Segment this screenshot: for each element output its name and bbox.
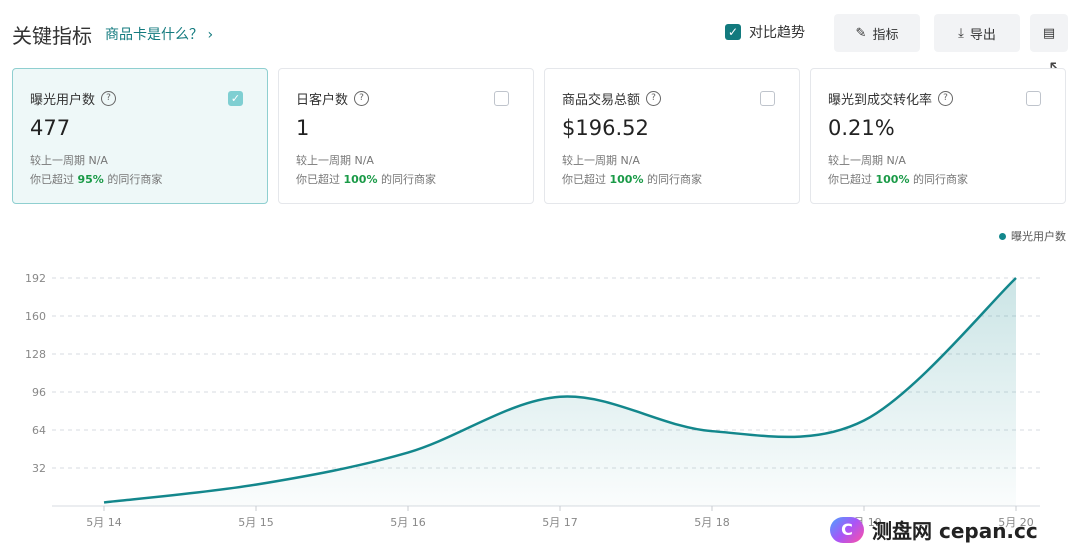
metric-card-exposure-users[interactable]: 曝光用户数? ✓ 477 较上一周期 N/A 你已超过 95% 的同行商家: [12, 68, 268, 204]
card-value: 0.21%: [828, 116, 895, 140]
help-icon[interactable]: ?: [101, 91, 117, 106]
card-compare-text: 较上一周期 N/A: [296, 154, 374, 167]
export-button-label: 导出: [969, 27, 996, 43]
watermark: C 测盘网 cepan.cc: [830, 515, 1038, 544]
card-title: 商品交易总额?: [562, 89, 662, 108]
download-icon: ⤓: [958, 25, 964, 41]
checkbox-checked-icon[interactable]: ✓: [725, 24, 741, 40]
compare-trend-label: 对比趋势: [749, 25, 805, 41]
metric-card-gmv[interactable]: 商品交易总额? $196.52 较上一周期 N/A 你已超过 100% 的同行商…: [544, 68, 800, 204]
y-tick-label: 32: [32, 462, 46, 475]
metrics-button-label: 指标: [872, 27, 899, 43]
x-tick-label: 5月 15: [238, 516, 274, 529]
watermark-logo-icon: C: [830, 516, 864, 543]
x-tick-label: 5月 16: [390, 516, 426, 529]
metrics-button[interactable]: ✎ 指标: [834, 14, 920, 52]
help-link[interactable]: 商品卡是什么？ ›: [105, 24, 213, 44]
card-compare-text: 较上一周期 N/A: [828, 154, 906, 167]
help-icon[interactable]: ?: [646, 91, 662, 106]
y-tick-label: 160: [25, 310, 46, 323]
compare-trend-toggle[interactable]: ✓ 对比趋势: [725, 22, 805, 42]
card-title: 曝光到成交转化率?: [828, 89, 954, 108]
card-checkbox[interactable]: [760, 91, 775, 106]
card-title: 日客户数?: [296, 89, 370, 108]
metric-card-daily-customers[interactable]: 日客户数? 1 较上一周期 N/A 你已超过 100% 的同行商家: [278, 68, 534, 204]
card-checkbox[interactable]: [494, 91, 509, 106]
page-title: 关键指标: [12, 24, 92, 48]
legend-dot-icon: [999, 232, 1006, 240]
metric-card-conversion-rate[interactable]: 曝光到成交转化率? 0.21% 较上一周期 N/A 你已超过 100% 的同行商…: [810, 68, 1066, 204]
watermark-text: 测盘网 cepan.cc: [872, 519, 1038, 543]
export-button[interactable]: ⤓ 导出: [934, 14, 1020, 52]
document-icon: ▤: [1042, 25, 1056, 41]
x-tick-label: 5月 14: [86, 516, 122, 529]
card-value: 477: [30, 116, 71, 140]
card-value: 1: [296, 116, 310, 140]
card-beat-text: 你已超过 100% 的同行商家: [296, 173, 436, 186]
y-tick-label: 96: [32, 386, 46, 399]
card-beat-text: 你已超过 100% 的同行商家: [828, 173, 968, 186]
card-checkbox[interactable]: ✓: [228, 91, 243, 106]
card-value: $196.52: [562, 116, 649, 140]
card-compare-text: 较上一周期 N/A: [30, 154, 108, 167]
line-chart: 32 64 96 128 160 192 5月 14 5月 15 5月 16 5月 17 5月 1…: [25, 272, 1040, 529]
y-tick-label: 192: [25, 272, 46, 285]
x-tick-label: 5月 18: [694, 516, 730, 529]
card-beat-text: 你已超过 95% 的同行商家: [30, 173, 163, 186]
header-bar: 关键指标 商品卡是什么？ › ✓ 对比趋势 ✎ 指标 ⤓ 导出 ▤: [12, 14, 1068, 54]
card-checkbox[interactable]: [1026, 91, 1041, 106]
edit-icon: ✎: [855, 25, 867, 41]
document-button[interactable]: ▤: [1030, 14, 1068, 52]
help-icon[interactable]: ?: [938, 91, 954, 106]
y-tick-label: 64: [32, 424, 46, 437]
help-icon[interactable]: ?: [354, 91, 370, 106]
card-compare-text: 较上一周期 N/A: [562, 154, 640, 167]
x-tick-label: 5月 17: [542, 516, 578, 529]
card-beat-text: 你已超过 100% 的同行商家: [562, 173, 702, 186]
card-title: 曝光用户数?: [30, 89, 117, 108]
y-tick-label: 128: [25, 348, 46, 361]
